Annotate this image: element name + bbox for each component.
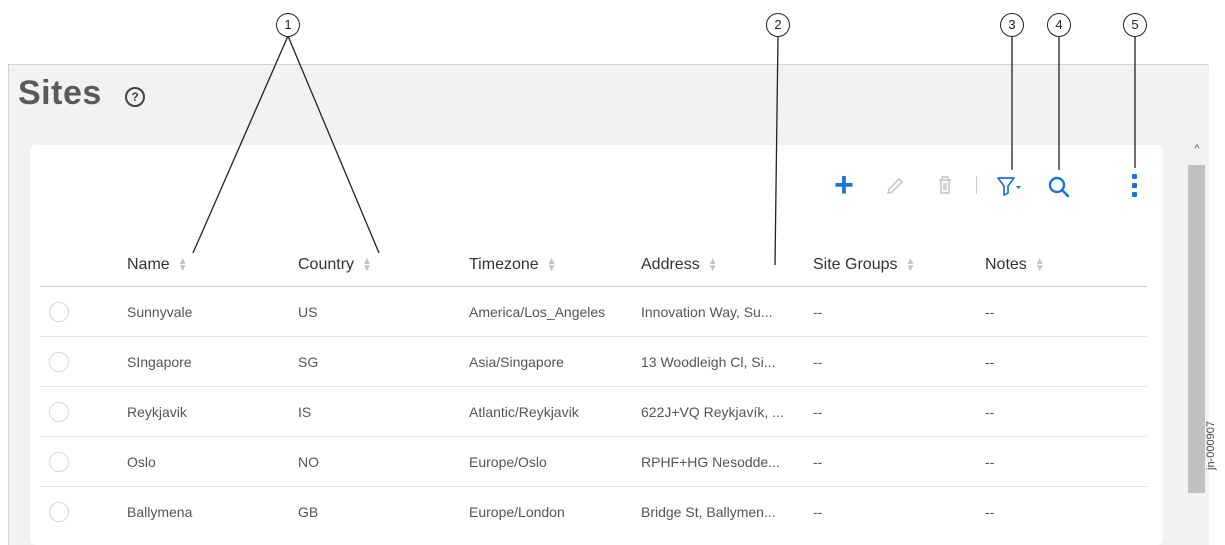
callout-2: 2 — [766, 13, 790, 37]
figure-id: jn-000907 — [1205, 421, 1217, 470]
callout-1: 1 — [276, 13, 300, 37]
callout-4: 4 — [1047, 13, 1071, 37]
callout-leader-lines — [192, 35, 1136, 266]
callout-5: 5 — [1123, 13, 1147, 37]
callout-3: 3 — [1000, 13, 1024, 37]
